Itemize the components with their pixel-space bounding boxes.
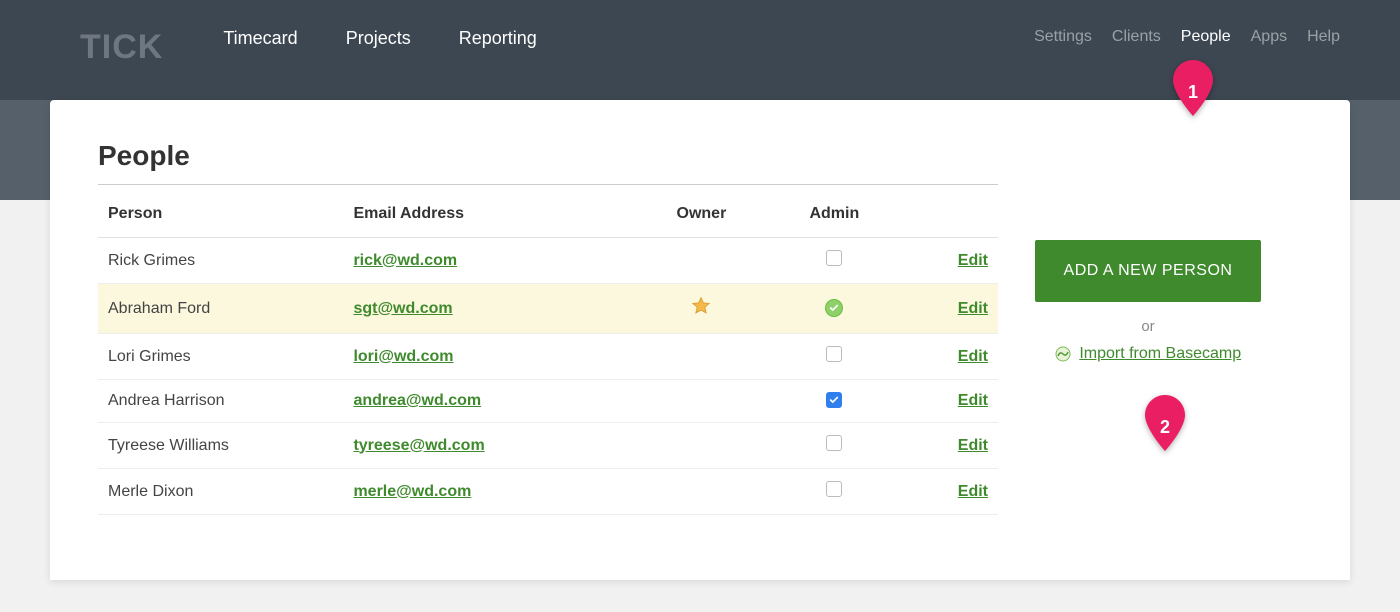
admin-cell — [773, 284, 896, 334]
nav-help[interactable]: Help — [1307, 28, 1340, 46]
right-nav: Settings Clients People Apps Help — [1034, 28, 1340, 46]
owner-cell — [630, 380, 773, 423]
admin-cell — [773, 380, 896, 423]
email-cell: andrea@wd.com — [343, 380, 629, 423]
email-link[interactable]: sgt@wd.com — [353, 300, 452, 317]
import-row: Import from Basecamp — [998, 345, 1298, 363]
person-name: Andrea Harrison — [98, 380, 343, 423]
edit-cell: Edit — [896, 380, 998, 423]
col-admin: Admin — [773, 191, 896, 238]
edit-link[interactable]: Edit — [958, 437, 988, 454]
admin-cell — [773, 423, 896, 469]
table-row: Abraham Ford sgt@wd.com Edit — [98, 284, 998, 334]
nav-timecard[interactable]: Timecard — [223, 28, 297, 49]
check-circle-icon — [825, 299, 843, 317]
admin-checkbox[interactable] — [826, 392, 842, 408]
col-actions — [896, 191, 998, 238]
email-link[interactable]: merle@wd.com — [353, 483, 471, 500]
edit-link[interactable]: Edit — [958, 252, 988, 269]
admin-cell — [773, 469, 896, 515]
email-cell: tyreese@wd.com — [343, 423, 629, 469]
admin-checkbox[interactable] — [826, 346, 842, 362]
owner-cell — [630, 423, 773, 469]
table-row: Merle Dixon merle@wd.com Edit — [98, 469, 998, 515]
logo: TICK — [80, 28, 163, 67]
people-section: People Person Email Address Owner Admin … — [98, 140, 998, 540]
email-link[interactable]: andrea@wd.com — [353, 392, 481, 409]
people-table: Person Email Address Owner Admin Rick Gr… — [98, 191, 998, 515]
owner-cell — [630, 334, 773, 380]
nav-settings[interactable]: Settings — [1034, 28, 1092, 46]
owner-cell — [630, 238, 773, 284]
table-row: Tyreese Williams tyreese@wd.com Edit — [98, 423, 998, 469]
email-cell: sgt@wd.com — [343, 284, 629, 334]
admin-cell — [773, 334, 896, 380]
edit-cell: Edit — [896, 284, 998, 334]
edit-cell: Edit — [896, 238, 998, 284]
star-icon — [691, 303, 711, 320]
owner-cell — [630, 284, 773, 334]
edit-link[interactable]: Edit — [958, 483, 988, 500]
edit-link[interactable]: Edit — [958, 348, 988, 365]
col-email: Email Address — [343, 191, 629, 238]
email-link[interactable]: lori@wd.com — [353, 348, 453, 365]
nav-clients[interactable]: Clients — [1112, 28, 1161, 46]
admin-checkbox[interactable] — [826, 481, 842, 497]
admin-cell — [773, 238, 896, 284]
col-owner: Owner — [630, 191, 773, 238]
add-person-button[interactable]: ADD A NEW PERSON — [1035, 240, 1261, 302]
edit-link[interactable]: Edit — [958, 300, 988, 317]
person-name: Merle Dixon — [98, 469, 343, 515]
edit-cell: Edit — [896, 334, 998, 380]
person-name: Abraham Ford — [98, 284, 343, 334]
email-link[interactable]: rick@wd.com — [353, 252, 457, 269]
import-basecamp-link[interactable]: Import from Basecamp — [1079, 345, 1241, 362]
person-name: Lori Grimes — [98, 334, 343, 380]
content-card: People Person Email Address Owner Admin … — [50, 100, 1350, 580]
person-name: Tyreese Williams — [98, 423, 343, 469]
nav-apps[interactable]: Apps — [1251, 28, 1287, 46]
admin-checkbox[interactable] — [826, 435, 842, 451]
nav-reporting[interactable]: Reporting — [459, 28, 537, 49]
or-text: or — [998, 318, 1298, 335]
col-person: Person — [98, 191, 343, 238]
table-row: Rick Grimes rick@wd.com Edit — [98, 238, 998, 284]
table-row: Andrea Harrison andrea@wd.com Edit — [98, 380, 998, 423]
email-cell: lori@wd.com — [343, 334, 629, 380]
owner-cell — [630, 469, 773, 515]
annotation-pin-2: 2 — [1145, 395, 1185, 451]
people-tbody: Rick Grimes rick@wd.com Edit Abraham Ford sg… — [98, 238, 998, 515]
edit-link[interactable]: Edit — [958, 392, 988, 409]
email-link[interactable]: tyreese@wd.com — [353, 437, 484, 454]
actions-sidebar: ADD A NEW PERSON or Import from Basecamp — [998, 140, 1298, 540]
person-name: Rick Grimes — [98, 238, 343, 284]
annotation-pin-1: 1 — [1173, 60, 1213, 116]
nav-projects[interactable]: Projects — [346, 28, 411, 49]
edit-cell: Edit — [896, 423, 998, 469]
page-title: People — [98, 140, 998, 185]
email-cell: merle@wd.com — [343, 469, 629, 515]
table-row: Lori Grimes lori@wd.com Edit — [98, 334, 998, 380]
nav-people[interactable]: People — [1181, 28, 1231, 46]
basecamp-icon — [1055, 346, 1071, 362]
email-cell: rick@wd.com — [343, 238, 629, 284]
admin-checkbox[interactable] — [826, 250, 842, 266]
edit-cell: Edit — [896, 469, 998, 515]
main-nav: Timecard Projects Reporting — [223, 28, 536, 49]
